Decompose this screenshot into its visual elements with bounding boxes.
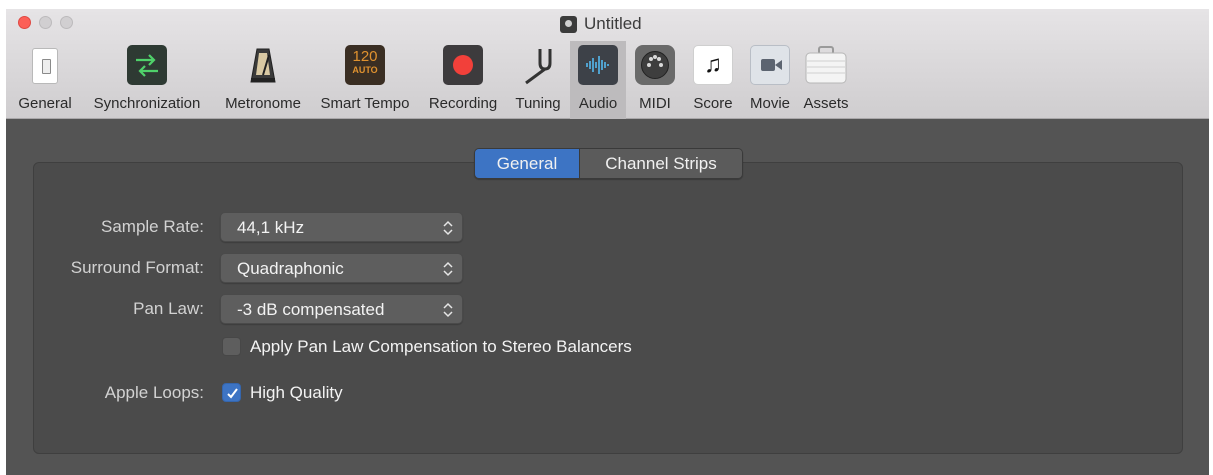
tab-channel-strips[interactable]: Channel Strips <box>579 149 742 178</box>
toolbar-label-recording: Recording <box>428 95 498 112</box>
toolbar-item-recording[interactable]: Recording <box>422 41 504 119</box>
audio-general-panel <box>33 162 1183 454</box>
toolbar-item-synchronization[interactable]: Synchronization <box>85 41 209 119</box>
sample-rate-label: Sample Rate: <box>101 217 204 236</box>
pan-law-value: -3 dB compensated <box>237 300 385 319</box>
sync-icon <box>127 45 167 85</box>
smart-tempo-bpm: 120 <box>352 48 378 65</box>
tuning-fork-icon <box>518 45 558 85</box>
record-icon <box>443 45 483 85</box>
general-icon <box>32 48 58 84</box>
window-title: Untitled <box>560 14 642 34</box>
toolbar-label-synchronization: Synchronization <box>93 95 201 112</box>
toolbar-item-metronome[interactable]: Metronome <box>215 41 311 119</box>
document-icon <box>560 15 577 33</box>
metronome-icon <box>248 45 278 85</box>
tab-bar: General Channel Strips <box>474 148 743 179</box>
toolbar-label-midi: MIDI <box>639 95 671 112</box>
toolbar-label-audio: Audio <box>578 95 618 112</box>
chevron-updown-icon <box>443 261 453 277</box>
toolbar-item-audio[interactable]: Audio <box>570 41 626 119</box>
smart-tempo-mode: AUTO <box>352 65 378 75</box>
pan-law-compensation-label: Apply Pan Law Compensation to Stereo Bal… <box>250 337 632 356</box>
toolbar-label-tuning: Tuning <box>515 95 561 112</box>
high-quality-checkbox[interactable] <box>222 383 241 402</box>
toolbar-item-score[interactable]: ♫ Score <box>685 41 741 119</box>
toolbar-item-tuning[interactable]: Tuning <box>509 41 567 119</box>
smart-tempo-icon: 120 AUTO <box>345 45 385 85</box>
zoom-window-button[interactable] <box>60 16 73 29</box>
preferences-window: Untitled General Synchronization Metrono… <box>6 9 1209 475</box>
chevron-updown-icon <box>443 302 453 318</box>
surround-format-label: Surround Format: <box>70 258 204 277</box>
checkmark-icon <box>227 388 238 399</box>
toolbar-label-score: Score <box>693 95 733 112</box>
toolbar-item-smart-tempo[interactable]: 120 AUTO Smart Tempo <box>315 41 415 119</box>
close-window-button[interactable] <box>18 16 31 29</box>
toolbar-label-metronome: Metronome <box>225 95 301 112</box>
window-title-text: Untitled <box>584 14 642 33</box>
pan-law-compensation-checkbox[interactable] <box>222 337 241 356</box>
toolbar-label-general: General <box>18 95 72 112</box>
toolbar-label-movie: Movie <box>749 95 790 112</box>
apple-loops-label: Apple Loops: <box>104 383 204 402</box>
title-bar: Untitled General Synchronization Metrono… <box>6 9 1209 119</box>
midi-connector-icon <box>635 45 675 85</box>
pan-law-label: Pan Law: <box>133 299 204 318</box>
tab-general[interactable]: General <box>475 149 579 178</box>
audio-waveform-icon <box>578 45 618 85</box>
toolbar-item-general[interactable]: General <box>11 41 79 119</box>
pan-law-popup[interactable]: -3 dB compensated <box>220 294 463 324</box>
toolbar-label-assets: Assets <box>803 95 849 112</box>
briefcase-icon <box>804 45 848 85</box>
high-quality-label: High Quality <box>250 383 343 402</box>
sample-rate-popup[interactable]: 44,1 kHz <box>220 212 463 242</box>
toolbar-label-smart-tempo: Smart Tempo <box>320 95 410 112</box>
toolbar-item-midi[interactable]: MIDI <box>630 41 680 119</box>
minimize-window-button[interactable] <box>39 16 52 29</box>
toolbar-item-assets[interactable]: Assets <box>797 41 855 119</box>
music-note-icon: ♫ <box>693 45 733 85</box>
surround-format-value: Quadraphonic <box>237 259 344 278</box>
movie-camera-icon <box>750 45 790 85</box>
chevron-updown-icon <box>443 220 453 236</box>
sample-rate-value: 44,1 kHz <box>237 218 305 237</box>
toolbar-item-movie[interactable]: Movie <box>743 41 797 119</box>
surround-format-popup[interactable]: Quadraphonic <box>220 253 463 283</box>
